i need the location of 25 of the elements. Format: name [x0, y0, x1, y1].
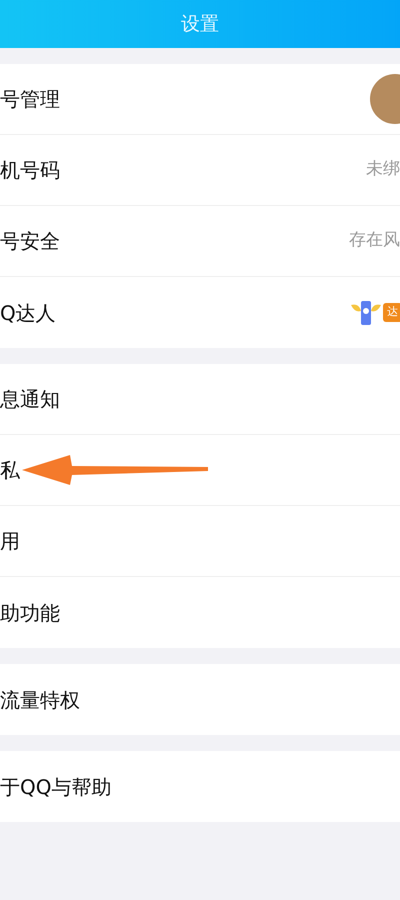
settings-row[interactable]: 私	[0, 435, 400, 506]
row-label: 流量特权	[0, 686, 80, 714]
settings-row[interactable]: 流量特权	[0, 664, 400, 735]
settings-row[interactable]: 助功能	[0, 577, 400, 648]
row-label: Q达人	[0, 300, 56, 326]
settings-row[interactable]: Q达人 达	[0, 277, 400, 348]
row-value: 存在风	[349, 229, 400, 252]
row-label: 号管理	[0, 86, 60, 113]
settings-row[interactable]: 用	[0, 506, 400, 577]
row-label: 于QQ与帮助	[0, 774, 112, 800]
settings-row[interactable]: 号安全 存在风	[0, 206, 400, 277]
header-title: 设置	[181, 12, 219, 37]
expert-badge: 达	[383, 303, 400, 322]
settings-row[interactable]: 号管理	[0, 64, 400, 135]
winged-phone-icon	[349, 298, 383, 326]
row-value: 未绑	[366, 158, 400, 182]
settings-row[interactable]: 机号码 未绑	[0, 135, 400, 206]
row-label: 用	[0, 528, 20, 555]
row-label: 助功能	[0, 600, 60, 626]
row-label: 机号码	[0, 157, 60, 184]
settings-row[interactable]: 于QQ与帮助	[0, 751, 400, 822]
row-label: 号安全	[0, 228, 60, 255]
row-label: 私	[0, 457, 20, 484]
settings-row[interactable]: 息通知	[0, 364, 400, 435]
row-label: 息通知	[0, 386, 60, 413]
